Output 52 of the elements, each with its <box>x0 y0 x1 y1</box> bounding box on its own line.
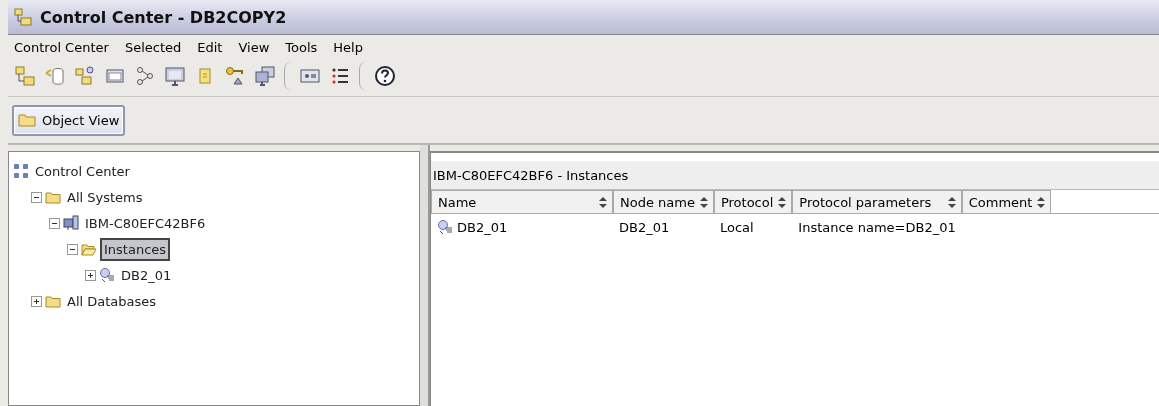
expand-toggle[interactable] <box>85 269 96 281</box>
table-cell: DB2_01 <box>457 219 508 235</box>
computer-icon <box>63 215 79 231</box>
table-cell: DB2_01 <box>619 219 670 235</box>
menu-item[interactable]: Selected <box>124 39 182 56</box>
help-icon[interactable] <box>374 65 396 87</box>
key-icon[interactable] <box>224 65 246 87</box>
panel-title: IBM-C80EFC42BF6 - Instances <box>433 167 629 183</box>
window-title: Control Center - DB2COPY2 <box>40 7 287 27</box>
computers-icon[interactable] <box>254 65 276 87</box>
collapse-toggle[interactable] <box>67 243 78 255</box>
menu-item[interactable]: Edit <box>197 39 223 56</box>
column-header[interactable]: Protocol <box>713 190 793 214</box>
sort-icon <box>946 195 957 209</box>
tree-item[interactable]: Instances <box>100 237 171 261</box>
menu-item[interactable]: View <box>238 39 270 56</box>
tree-item[interactable]: Control Center <box>32 160 133 182</box>
instance-icon <box>99 267 115 283</box>
menu-item[interactable]: Control Center <box>14 39 109 56</box>
collapse-toggle[interactable] <box>49 217 60 229</box>
menu-item[interactable]: Help <box>333 39 363 56</box>
plus-icon <box>32 296 41 306</box>
tree-icon[interactable] <box>14 65 36 87</box>
expand-toggle[interactable] <box>31 295 42 307</box>
sort-icon <box>598 195 608 209</box>
instance-icon <box>437 219 453 235</box>
network-icon <box>13 163 29 179</box>
tree-item[interactable]: DB2_01 <box>118 264 175 286</box>
tree-item[interactable]: IBM-C80EFC42BF6 <box>82 212 209 234</box>
column-header[interactable]: Name <box>431 190 613 214</box>
column-header[interactable]: Comment <box>961 190 1052 214</box>
table-cell: Instance name=DB2_01 <box>798 219 956 235</box>
monitor-icon[interactable] <box>164 65 186 87</box>
folder-icon <box>18 113 36 127</box>
sort-icon <box>698 195 709 209</box>
collapse-toggle[interactable] <box>31 191 42 203</box>
folder-icon <box>45 189 61 205</box>
sort-icon <box>1036 195 1047 209</box>
tree-item[interactable]: All Systems <box>64 186 146 208</box>
column-header[interactable]: Node name <box>613 190 714 214</box>
tree-item[interactable]: All Databases <box>64 290 160 312</box>
folder-icon <box>45 293 61 309</box>
object-view-button[interactable]: Object View <box>12 104 126 136</box>
column-header[interactable]: Protocol parameters <box>792 190 962 214</box>
app-icon <box>14 8 32 26</box>
flow-icon[interactable] <box>134 65 156 87</box>
folder-icon <box>81 241 97 257</box>
menu-item[interactable]: Tools <box>285 39 318 56</box>
table-cell: Local <box>719 219 754 235</box>
cylinder-icon[interactable] <box>44 65 66 87</box>
sort-icon <box>777 195 788 209</box>
plus-icon <box>86 270 95 280</box>
